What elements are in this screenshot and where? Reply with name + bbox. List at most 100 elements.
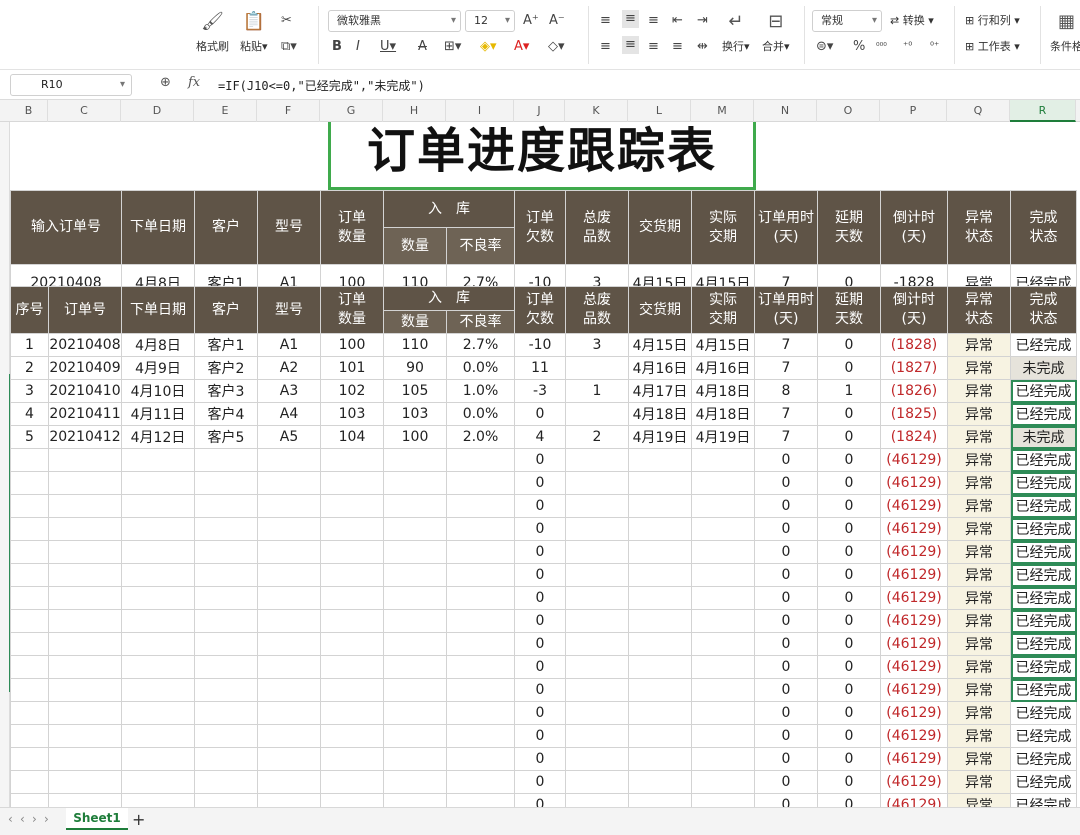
table-cell[interactable] bbox=[10, 471, 49, 495]
table-cell[interactable] bbox=[628, 632, 692, 656]
align-center-icon[interactable]: ≡ bbox=[622, 36, 639, 54]
align-left-icon[interactable]: ≡ bbox=[600, 38, 611, 56]
table-cell[interactable]: 0 bbox=[514, 770, 566, 794]
table-cell[interactable]: -3 bbox=[514, 379, 566, 403]
table-cell[interactable]: (46129) bbox=[880, 448, 948, 472]
table-cell[interactable] bbox=[446, 793, 515, 807]
table-cell[interactable]: (1824) bbox=[880, 425, 948, 449]
table-cell[interactable] bbox=[628, 448, 692, 472]
table-cell[interactable] bbox=[320, 747, 384, 771]
table-cell[interactable] bbox=[691, 747, 755, 771]
table-cell[interactable] bbox=[691, 724, 755, 748]
table-cell[interactable]: 4月8日 bbox=[121, 333, 195, 357]
table-cell[interactable] bbox=[320, 770, 384, 794]
table-cell[interactable]: 异常 bbox=[947, 356, 1011, 380]
table-cell[interactable] bbox=[121, 609, 195, 633]
table-cell[interactable]: 0 bbox=[817, 632, 881, 656]
table-cell[interactable]: 1 bbox=[565, 379, 629, 403]
table-cell[interactable] bbox=[383, 586, 447, 610]
header-date[interactable]: 下单日期 bbox=[121, 286, 195, 334]
table-cell[interactable] bbox=[383, 793, 447, 807]
table-cell[interactable] bbox=[257, 678, 321, 702]
header-defect[interactable]: 不良率 bbox=[446, 310, 515, 334]
column-header-n[interactable]: N bbox=[754, 100, 817, 122]
table-cell[interactable]: 20210412 bbox=[48, 425, 122, 449]
table-cell[interactable] bbox=[121, 747, 195, 771]
table-cell[interactable]: 0 bbox=[817, 517, 881, 541]
table-cell[interactable] bbox=[383, 471, 447, 495]
table-cell[interactable] bbox=[194, 655, 258, 679]
table-cell[interactable] bbox=[628, 770, 692, 794]
table-cell[interactable]: 0 bbox=[514, 701, 566, 725]
table-cell[interactable] bbox=[446, 586, 515, 610]
table-cell[interactable] bbox=[691, 655, 755, 679]
table-cell[interactable]: 已经完成 bbox=[1010, 793, 1077, 807]
table-cell[interactable]: 0 bbox=[817, 425, 881, 449]
percent-icon[interactable]: % bbox=[853, 38, 865, 56]
scissors-icon[interactable]: ✂ bbox=[281, 12, 292, 30]
table-cell[interactable]: 4月11日 bbox=[121, 402, 195, 426]
table-cell[interactable]: 0 bbox=[817, 793, 881, 807]
table-cell[interactable]: 异常 bbox=[947, 586, 1011, 610]
header-seq[interactable]: 序号 bbox=[10, 286, 49, 334]
last-sheet-icon[interactable]: › bbox=[44, 812, 49, 826]
table-cell[interactable]: (46129) bbox=[880, 724, 948, 748]
table-cell[interactable] bbox=[320, 471, 384, 495]
header-actual[interactable]: 实际 交期 bbox=[691, 286, 755, 334]
header-abnormal[interactable]: 异常 状态 bbox=[947, 286, 1011, 334]
table-cell[interactable]: 0 bbox=[754, 471, 818, 495]
table-cell[interactable]: 未完成 bbox=[1010, 356, 1077, 380]
header-delivery[interactable]: 交货期 bbox=[628, 190, 692, 265]
table-cell[interactable] bbox=[10, 701, 49, 725]
header-delay[interactable]: 延期 天数 bbox=[817, 286, 881, 334]
table-cell[interactable]: 0 bbox=[754, 563, 818, 587]
table-cell[interactable] bbox=[257, 517, 321, 541]
table-cell[interactable] bbox=[383, 655, 447, 679]
table-cell[interactable] bbox=[446, 747, 515, 771]
table-cell[interactable] bbox=[10, 563, 49, 587]
table-cell[interactable]: 异常 bbox=[947, 540, 1011, 564]
table-cell[interactable]: 异常 bbox=[947, 770, 1011, 794]
header-stock[interactable]: 入 库 bbox=[383, 286, 515, 311]
table-cell[interactable]: 异常 bbox=[947, 609, 1011, 633]
table-cell[interactable]: (1826) bbox=[880, 379, 948, 403]
header-delivery[interactable]: 交货期 bbox=[628, 286, 692, 334]
table-cell[interactable]: (1827) bbox=[880, 356, 948, 380]
wrap-text-button[interactable]: ↵ 换行▾ bbox=[722, 10, 750, 54]
table-cell[interactable] bbox=[10, 632, 49, 656]
table-cell[interactable] bbox=[446, 563, 515, 587]
tab-sheet1[interactable]: Sheet1 bbox=[66, 808, 128, 830]
table-cell[interactable]: 0 bbox=[817, 356, 881, 380]
table-cell[interactable]: 4月12日 bbox=[121, 425, 195, 449]
table-cell[interactable]: 20210408 bbox=[48, 333, 122, 357]
table-cell[interactable] bbox=[691, 770, 755, 794]
table-cell[interactable] bbox=[691, 793, 755, 807]
table-cell[interactable] bbox=[121, 494, 195, 518]
table-cell[interactable]: 0 bbox=[817, 540, 881, 564]
table-cell[interactable]: 100 bbox=[383, 425, 447, 449]
table-cell[interactable]: 客户1 bbox=[194, 333, 258, 357]
table-cell[interactable]: 已经完成 bbox=[1010, 517, 1077, 541]
table-cell[interactable]: 已经完成 bbox=[1010, 563, 1077, 587]
table-cell[interactable]: 4月17日 bbox=[628, 379, 692, 403]
table-cell[interactable]: 4月19日 bbox=[691, 425, 755, 449]
table-cell[interactable]: 4月16日 bbox=[691, 356, 755, 380]
table-cell[interactable]: 103 bbox=[383, 402, 447, 426]
align-top-icon[interactable]: ≡ bbox=[600, 12, 611, 30]
table-cell[interactable] bbox=[194, 563, 258, 587]
table-cell[interactable]: (46129) bbox=[880, 632, 948, 656]
table-cell[interactable]: (46129) bbox=[880, 609, 948, 633]
table-cell[interactable] bbox=[446, 517, 515, 541]
column-header-e[interactable]: E bbox=[194, 100, 257, 122]
table-cell[interactable]: 4月15日 bbox=[691, 333, 755, 357]
table-cell[interactable]: 0 bbox=[817, 609, 881, 633]
table-cell[interactable]: 已经完成 bbox=[1010, 402, 1077, 426]
distribute-icon[interactable]: ⇹ bbox=[697, 38, 708, 56]
table-cell[interactable] bbox=[565, 655, 629, 679]
convert-button[interactable]: ⇄ 转换 ▾ bbox=[890, 12, 934, 30]
table-cell[interactable]: 0 bbox=[817, 471, 881, 495]
underline-icon[interactable]: U▾ bbox=[380, 38, 396, 56]
table-cell[interactable]: 2 bbox=[565, 425, 629, 449]
table-cell[interactable] bbox=[383, 632, 447, 656]
table-cell[interactable] bbox=[320, 724, 384, 748]
